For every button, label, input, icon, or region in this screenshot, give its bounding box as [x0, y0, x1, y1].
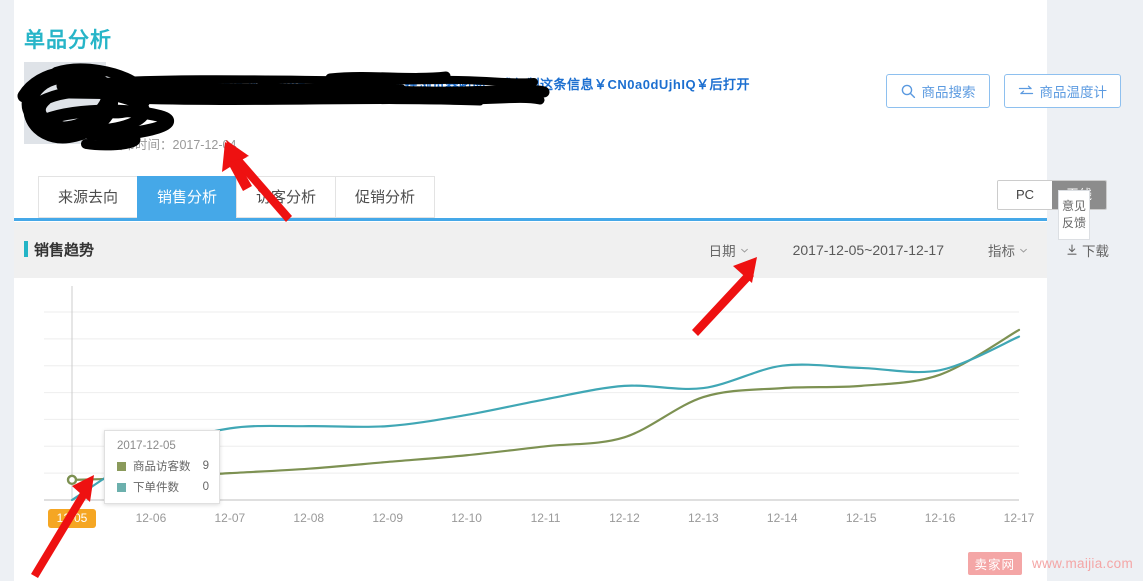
- chart-x-tick-label: 12-14: [767, 511, 798, 525]
- product-search-label: 商品搜索: [921, 85, 976, 100]
- publish-time-label: 发布时间：2017-12-04: [110, 138, 237, 152]
- tab-source-destination[interactable]: 来源去向: [38, 176, 138, 218]
- tooltip-swatch-orders: [117, 482, 126, 492]
- tab-promotion-analysis[interactable]: 促销分析: [335, 176, 436, 218]
- chart-x-tick-label: 12-09: [372, 511, 403, 525]
- download-icon: [1066, 244, 1078, 256]
- feedback-tab[interactable]: 意见 反馈: [1058, 190, 1090, 240]
- device-toggle: PC 无线: [997, 180, 1107, 210]
- chart-x-tick-label: 12-07: [214, 511, 245, 525]
- product-search-button[interactable]: 商品搜索: [885, 74, 990, 108]
- exchange-icon: [1018, 83, 1034, 99]
- watermark: 卖家网 www.maijia.com: [967, 552, 1133, 575]
- section-toolbar: 日期 2017-12-05~2017-12-17 指标 下载: [709, 240, 1109, 260]
- chart-x-tick-label: 12-10: [451, 511, 482, 525]
- analysis-tabs: 来源去向 销售分析 访客分析 促销分析: [38, 176, 436, 218]
- chart-x-tick-label: 12-11: [531, 511, 561, 525]
- device-option-pc[interactable]: PC: [998, 181, 1052, 209]
- tooltip-row-orders: 下单件数 0: [117, 479, 209, 495]
- metrics-filter-label: 指标: [988, 244, 1015, 259]
- chart-x-tick-label: 12-08: [293, 511, 324, 525]
- download-button[interactable]: 下载: [1066, 240, 1109, 260]
- date-filter-label: 日期: [708, 244, 736, 259]
- chart-x-tick-label: 12-13: [688, 511, 719, 525]
- single-product-analysis-page: 单品分析 【淘宝】http://m.tb.cn/h.WxjgsnE 点击链接，再…: [0, 0, 1143, 581]
- chart-x-tick-label: 12-15: [846, 511, 877, 525]
- section-title: 销售趋势: [24, 239, 94, 260]
- chart-svg: 12-05 12-06 12-07 12-08 12-09 12-10 12-11 12-12…: [44, 286, 1035, 528]
- chevron-down-icon: [740, 246, 749, 255]
- chart-data-point-marker: [66, 474, 78, 486]
- chart-x-tick-label: 12-05: [57, 511, 88, 525]
- date-filter[interactable]: 日期: [709, 240, 749, 260]
- search-icon: [900, 83, 916, 99]
- product-thermometer-button[interactable]: 商品温度计: [1003, 74, 1121, 108]
- tooltip-row-visitors: 商品访客数 9: [117, 458, 209, 474]
- tab-underline: [14, 218, 1047, 221]
- chart-tooltip: 2017-12-05 商品访客数 9 下单件数 0: [104, 430, 220, 504]
- page-title: 单品分析: [24, 29, 112, 52]
- product-title-link[interactable]: 【淘宝】http://m.tb.cn/h.WxjgsnE 点击链接，再选择浏览器…: [88, 74, 750, 93]
- tooltip-name-visitors: 商品访客数: [133, 461, 191, 473]
- watermark-url: www.maijia.com: [1032, 556, 1133, 571]
- chart-x-tick-label: 12-06: [136, 511, 167, 525]
- chart-x-tick-label: 12-16: [925, 511, 956, 525]
- tooltip-swatch-visitors: [117, 461, 126, 471]
- chart-x-tick-label: 12-17: [1004, 511, 1035, 525]
- chart-x-tick-label: 12-12: [609, 511, 640, 525]
- tooltip-name-orders: 下单件数: [133, 482, 179, 494]
- product-thermometer-label: 商品温度计: [1039, 85, 1108, 100]
- sales-trend-chart: 12-05 12-06 12-07 12-08 12-09 12-10 12-11 12-12…: [14, 278, 1047, 558]
- metrics-filter[interactable]: 指标: [988, 240, 1028, 260]
- chevron-down-icon: [1019, 246, 1028, 255]
- date-range-value[interactable]: 2017-12-05~2017-12-17: [793, 242, 944, 258]
- product-title-link-extra[interactable]: 手淘客户端: [354, 86, 414, 103]
- feedback-line-1: 意见: [1061, 199, 1086, 213]
- tooltip-value-visitors: 9: [202, 460, 209, 472]
- top-action-buttons: 商品搜索 商品温度计: [885, 74, 1121, 108]
- download-label: 下载: [1082, 244, 1109, 259]
- tab-visitor-analysis[interactable]: 访客分析: [236, 176, 336, 218]
- tooltip-date: 2017-12-05: [117, 440, 176, 452]
- product-header: 【淘宝】http://m.tb.cn/h.WxjgsnE 点击链接，再选择浏览器…: [24, 62, 784, 154]
- feedback-line-2: 反馈: [1061, 216, 1086, 230]
- tooltip-value-orders: 0: [202, 481, 209, 493]
- tab-sales-analysis[interactable]: 销售分析: [137, 176, 237, 218]
- watermark-badge: 卖家网: [967, 552, 1023, 575]
